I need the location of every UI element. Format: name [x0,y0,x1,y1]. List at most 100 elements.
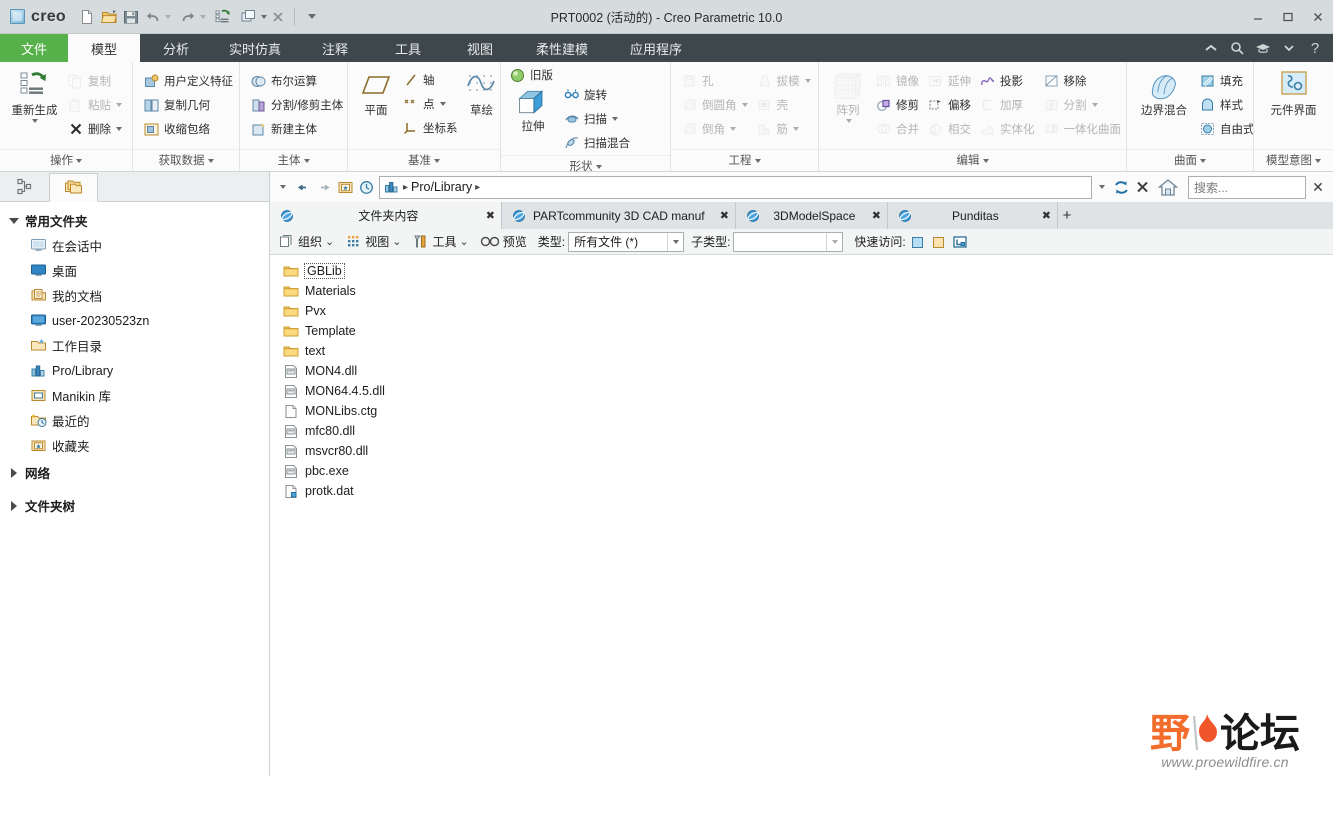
pattern-button[interactable]: 阵列 [825,67,871,124]
list-item[interactable]: MON4.dll [278,361,1333,381]
regenerate-caret-icon[interactable] [32,119,38,124]
model-tree-tab[interactable] [0,172,49,201]
sidebar-item-recent[interactable]: 最近的 [0,408,269,433]
close-tab-icon[interactable]: ✖ [1042,209,1051,222]
ribbon-tab-flexible-modeling[interactable]: 柔性建模 [516,34,608,62]
sidebar-item-manikin-library[interactable]: Manikin 库 [0,383,269,408]
ribbon-group-label-engineering[interactable]: 工程 [671,149,818,171]
chevron-right-icon[interactable] [8,500,20,512]
extend-button[interactable]: 延伸 [923,69,975,93]
nav-section-common-folders[interactable]: 常用文件夹 [0,208,269,233]
extrude-button[interactable]: 拉伸 [507,85,559,134]
chevron-down-icon[interactable]: ⌄ [459,235,468,248]
ribbon-group-label-model-intent[interactable]: 模型意图 [1254,149,1333,171]
file-list[interactable]: GBLib Materials Pvx Template text MON4.d… [270,255,1333,776]
chevron-down-icon[interactable] [826,232,842,251]
component-interface-button[interactable]: 元件界面 [1260,67,1327,118]
organize-button[interactable]: 组织 ⌄ [274,231,338,253]
list-item[interactable]: GBLib [278,261,1333,281]
refresh-icon[interactable] [1111,176,1131,198]
swept-blend-button[interactable]: 扫描混合 [559,131,634,155]
graduation-cap-icon[interactable] [1253,38,1273,58]
new-body-button[interactable]: 新建主体 [246,117,347,141]
shell-button[interactable]: 壳 [752,93,815,117]
chevron-down-icon[interactable]: ⌄ [325,235,334,248]
back-arrow-icon[interactable] [293,176,313,198]
undo-dropdown-caret-icon[interactable] [165,14,171,19]
datum-plane-button[interactable]: 平面 [354,67,398,118]
delete-caret-icon[interactable] [116,127,122,131]
mirror-button[interactable]: 镜像 [871,69,923,93]
udf-button[interactable]: 用户定义特征 [139,69,237,93]
list-item[interactable]: msvcr80.dll [278,441,1333,461]
close-button[interactable] [1303,2,1333,32]
new-document-icon[interactable] [76,6,98,28]
view-button[interactable]: 视图 ⌄ [341,231,405,253]
datum-point-button[interactable]: 点 [398,92,462,116]
chevron-down-icon[interactable] [667,232,683,251]
sidebar-item-pro-library[interactable]: Pro/Library [0,358,269,383]
blue-cube-icon[interactable] [909,233,927,251]
sidebar-item-favorites[interactable]: 收藏夹 [0,433,269,458]
stop-x-icon[interactable] [1132,176,1152,198]
ribbon-tab-model[interactable]: 模型 [68,34,140,62]
remove-surface-button[interactable]: 移除 [1039,69,1126,93]
browser-tab-punditas[interactable]: Punditas ✖ [888,202,1058,229]
list-item[interactable]: MON64.4.5.dll [278,381,1333,401]
address-path-field[interactable]: ▸ Pro/Library ▸ [379,175,1092,199]
window-switch-icon[interactable] [238,6,260,28]
coordinate-system-button[interactable]: 坐标系 [398,116,462,140]
merge-button[interactable]: 合并 [871,117,923,141]
datum-point-caret-icon[interactable] [439,102,446,106]
ribbon-group-label-body[interactable]: 主体 [240,149,347,171]
intersect-button[interactable]: 相交 [923,117,975,141]
nav-section-folder-tree[interactable]: 文件夹树 [0,493,269,518]
close-tab-icon[interactable]: ✖ [872,209,881,222]
address-dropdown-icon[interactable] [1093,177,1109,198]
round-button[interactable]: 倒圆角 [677,93,752,117]
type-select[interactable]: 所有文件 (*) [568,231,685,252]
ribbon-group-label-operations[interactable]: 操作 [0,149,132,171]
help-icon[interactable]: ? [1305,38,1325,58]
forward-arrow-icon[interactable] [314,176,334,198]
ribbon-tab-view[interactable]: 视图 [444,34,516,62]
list-item[interactable]: Pvx [278,301,1333,321]
save-icon[interactable] [120,6,142,28]
boolean-operation-button[interactable]: 布尔运算 [246,69,347,93]
history-clock-icon[interactable] [356,176,376,198]
path-chevron-icon[interactable]: ▸ [475,182,480,193]
undo-icon[interactable] [142,6,164,28]
chevron-down-icon[interactable] [1279,38,1299,58]
solidify-button[interactable]: 实体化 [975,117,1039,141]
sidebar-item-in-session[interactable]: 在会话中 [0,233,269,258]
copy-button[interactable]: 复制 [63,69,126,93]
unified-surface-button[interactable]: 一体化曲面 [1039,117,1126,141]
rib-button[interactable]: 筋 [752,117,815,141]
list-item[interactable]: protk.dat [278,481,1333,501]
draft-button[interactable]: 拔模 [752,69,815,93]
ribbon-tab-analysis[interactable]: 分析 [140,34,212,62]
shrinkwrap-button[interactable]: 收缩包络 [139,117,237,141]
minimize-button[interactable] [1243,2,1273,32]
datum-axis-button[interactable]: 轴 [398,68,462,92]
pattern-caret-icon[interactable] [845,119,852,124]
paste-caret-icon[interactable] [116,103,122,107]
thicken-button[interactable]: 加厚 [975,93,1039,117]
list-item[interactable]: Materials [278,281,1333,301]
round-caret-icon[interactable] [741,103,748,107]
maximize-button[interactable] [1273,2,1303,32]
sidebar-item-working-directory[interactable]: 工作目录 [0,333,269,358]
list-item[interactable]: text [278,341,1333,361]
redo-dropdown-caret-icon[interactable] [200,14,206,19]
workspace-icon[interactable] [951,233,969,251]
favorites-folder-icon[interactable] [335,176,355,198]
folder-browser-tab[interactable] [49,173,98,202]
trim-button[interactable]: 修剪 [871,93,923,117]
rib-caret-icon[interactable] [793,127,799,131]
delete-button[interactable]: 删除 [63,117,126,141]
ribbon-group-label-editing[interactable]: 编辑 [819,149,1126,171]
copy-geometry-button[interactable]: 复制几何 [139,93,237,117]
boundary-blend-button[interactable]: 边界混合 [1133,67,1195,118]
chamfer-button[interactable]: 倒角 [677,117,752,141]
offset-button[interactable]: 偏移 [923,93,975,117]
